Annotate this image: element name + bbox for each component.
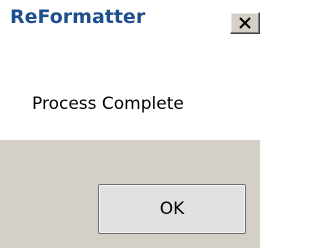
close-button[interactable] [230, 12, 260, 34]
dialog-footer: OK [0, 140, 260, 248]
dialog-content: Process Complete [0, 38, 260, 140]
ok-button[interactable]: OK [98, 184, 246, 234]
close-icon [239, 17, 251, 29]
title-bar: ReFormatter [0, 0, 260, 38]
dialog-message: Process Complete [32, 94, 184, 114]
message-dialog: ReFormatter Process Complete OK [0, 0, 260, 248]
window-title: ReFormatter [10, 6, 146, 28]
